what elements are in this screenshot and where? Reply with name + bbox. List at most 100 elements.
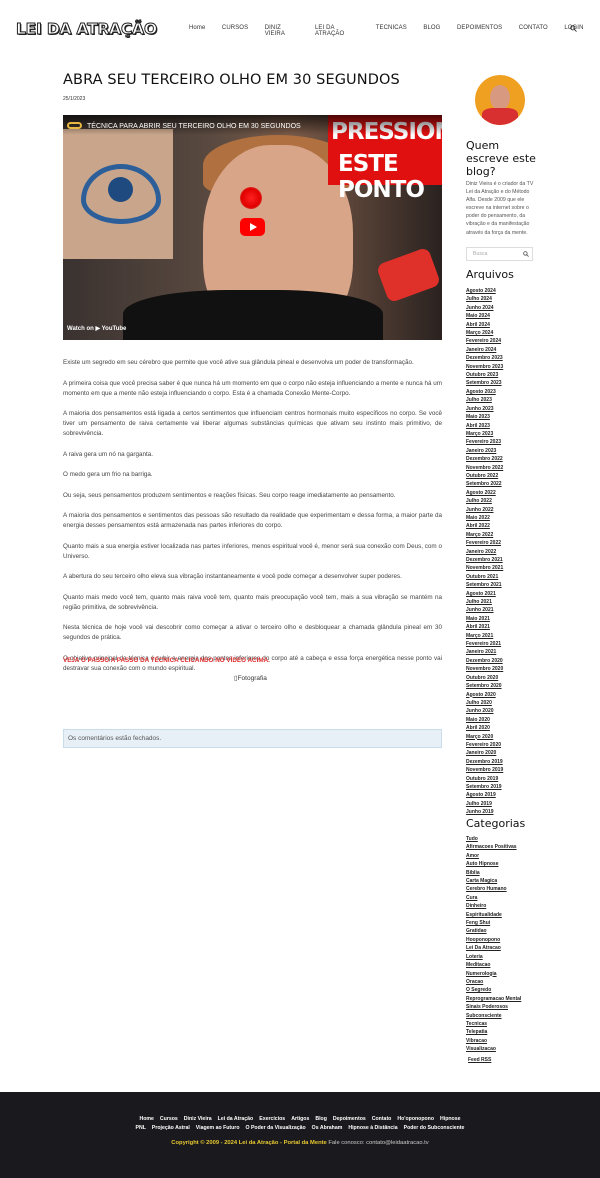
archive-link[interactable]: Abril 2022 — [466, 522, 538, 530]
category-link[interactable]: Lei Da Atracao — [466, 944, 538, 952]
footer-link[interactable]: Cursos — [160, 1116, 178, 1122]
watch-on-youtube-link[interactable]: Watch on ▶ YouTube — [67, 325, 126, 332]
archive-link[interactable]: Maio 2020 — [466, 716, 538, 724]
category-link[interactable]: Tecnicas — [466, 1020, 538, 1028]
archive-link[interactable]: Abril 2023 — [466, 422, 538, 430]
archive-link[interactable]: Julho 2024 — [466, 295, 538, 303]
archive-link[interactable]: Setembro 2022 — [466, 480, 538, 488]
archive-link[interactable]: Setembro 2021 — [466, 581, 538, 589]
category-link[interactable]: Espiritualidade — [466, 911, 538, 919]
archive-link[interactable]: Março 2024 — [466, 329, 538, 337]
category-link[interactable]: Oracao — [466, 978, 538, 986]
archive-link[interactable]: Junho 2021 — [466, 606, 538, 614]
footer-link[interactable]: Diniz Vieira — [184, 1116, 212, 1122]
footer-link[interactable]: Exercícios — [259, 1116, 285, 1122]
archive-link[interactable]: Janeiro 2024 — [466, 346, 538, 354]
nav-cursos[interactable]: CURSOS — [222, 25, 248, 37]
category-link[interactable]: Meditacao — [466, 961, 538, 969]
archive-link[interactable]: Novembro 2023 — [466, 363, 538, 371]
archive-link[interactable]: Junho 2024 — [466, 304, 538, 312]
footer-link[interactable]: Depoimentos — [333, 1116, 366, 1122]
category-link[interactable]: Loteria — [466, 953, 538, 961]
category-link[interactable]: O Segredo — [466, 986, 538, 994]
archive-link[interactable]: Dezembro 2022 — [466, 455, 538, 463]
category-link[interactable]: Biblia — [466, 869, 538, 877]
archive-link[interactable]: Dezembro 2019 — [466, 758, 538, 766]
footer-link[interactable]: Viagem ao Futuro — [196, 1125, 240, 1131]
footer-link[interactable]: Home — [140, 1116, 154, 1122]
category-link[interactable]: Numerologia — [466, 970, 538, 978]
nav-depoimentos[interactable]: DEPOIMENTOS — [457, 25, 502, 37]
category-link[interactable]: Amor — [466, 852, 538, 860]
archive-link[interactable]: Julho 2022 — [466, 497, 538, 505]
footer-link[interactable]: Os Abraham — [312, 1125, 343, 1131]
archive-link[interactable]: Maio 2023 — [466, 413, 538, 421]
archive-link[interactable]: Fevereiro 2022 — [466, 539, 538, 547]
archive-link[interactable]: Junho 2022 — [466, 506, 538, 514]
footer-link[interactable]: Hipnose à Distância — [348, 1125, 397, 1131]
archive-link[interactable]: Abril 2020 — [466, 724, 538, 732]
archive-link[interactable]: Julho 2019 — [466, 800, 538, 808]
archive-link[interactable]: Novembro 2021 — [466, 564, 538, 572]
play-button[interactable] — [240, 218, 265, 236]
channel-logo-icon[interactable] — [67, 122, 82, 129]
archive-link[interactable]: Fevereiro 2023 — [466, 438, 538, 446]
search-icon[interactable] — [570, 25, 577, 32]
category-link[interactable]: Gratidao — [466, 927, 538, 935]
category-link[interactable]: Reprogramacao Mental — [466, 995, 538, 1003]
category-link[interactable]: Telepatia — [466, 1028, 538, 1036]
sidebar-search-input[interactable]: Busca — [466, 247, 533, 261]
archive-link[interactable]: Outubro 2023 — [466, 371, 538, 379]
footer-link[interactable]: Hipnose — [440, 1116, 460, 1122]
archive-link[interactable]: Agosto 2020 — [466, 691, 538, 699]
archive-link[interactable]: Maio 2022 — [466, 514, 538, 522]
archive-link[interactable]: Dezembro 2023 — [466, 354, 538, 362]
archive-link[interactable]: Maio 2024 — [466, 312, 538, 320]
nav-home[interactable]: Home — [189, 25, 205, 37]
footer-link[interactable]: Blog — [315, 1116, 327, 1122]
nav-diniz-vieira[interactable]: DINIZ VIEIRA — [265, 25, 299, 37]
footer-link[interactable]: Contato — [372, 1116, 392, 1122]
category-link[interactable]: Hooponopono — [466, 936, 538, 944]
archive-link[interactable]: Março 2020 — [466, 733, 538, 741]
archive-link[interactable]: Agosto 2021 — [466, 590, 538, 598]
archive-link[interactable]: Março 2023 — [466, 430, 538, 438]
archive-link[interactable]: Janeiro 2022 — [466, 548, 538, 556]
archive-link[interactable]: Dezembro 2021 — [466, 556, 538, 564]
archive-link[interactable]: Agosto 2019 — [466, 791, 538, 799]
archive-link[interactable]: Março 2021 — [466, 632, 538, 640]
youtube-video-embed[interactable]: PRESSIONE ESTE PONTO TÉCNICA PARA ABRIR … — [63, 115, 442, 340]
archive-link[interactable]: Julho 2020 — [466, 699, 538, 707]
footer-link[interactable]: Projeção Astral — [152, 1125, 190, 1131]
archive-link[interactable]: Outubro 2022 — [466, 472, 538, 480]
archive-link[interactable]: Março 2022 — [466, 531, 538, 539]
site-logo[interactable]: LEI DA ATRAÇÃO — [16, 20, 158, 39]
archive-link[interactable]: Dezembro 2020 — [466, 657, 538, 665]
archive-link[interactable]: Janeiro 2020 — [466, 749, 538, 757]
nav-lei-da-atracao[interactable]: LEI DA ATRAÇÃO — [315, 25, 359, 37]
video-title[interactable]: TÉCNICA PARA ABRIR SEU TERCEIRO OLHO EM … — [87, 123, 301, 130]
archive-link[interactable]: Junho 2020 — [466, 707, 538, 715]
footer-link[interactable]: Artigos — [291, 1116, 309, 1122]
archive-link[interactable]: Janeiro 2021 — [466, 648, 538, 656]
archive-link[interactable]: Maio 2021 — [466, 615, 538, 623]
archive-link[interactable]: Outubro 2021 — [466, 573, 538, 581]
footer-link[interactable]: Lei da Atração — [218, 1116, 254, 1122]
archive-link[interactable]: Setembro 2019 — [466, 783, 538, 791]
archive-link[interactable]: Janeiro 2023 — [466, 447, 538, 455]
category-link[interactable]: Feng Shui — [466, 919, 538, 927]
footer-link[interactable]: PNL — [136, 1125, 146, 1131]
footer-link[interactable]: Ho'oponopono — [397, 1116, 434, 1122]
archive-link[interactable]: Agosto 2023 — [466, 388, 538, 396]
category-link[interactable]: Cerebro Humano — [466, 885, 538, 893]
nav-contato[interactable]: CONTATO — [519, 25, 548, 37]
nav-blog[interactable]: BLOG — [423, 25, 440, 37]
category-link[interactable]: Cura — [466, 894, 538, 902]
feed-rss-link[interactable]: Feed RSS — [468, 1057, 491, 1063]
footer-link[interactable]: Poder do Subconsciente — [404, 1125, 465, 1131]
archive-link[interactable]: Abril 2024 — [466, 321, 538, 329]
archive-link[interactable]: Outubro 2020 — [466, 674, 538, 682]
category-link[interactable]: Afirmacoes Positivas — [466, 843, 538, 851]
category-link[interactable]: Auto Hipnose — [466, 860, 538, 868]
search-icon[interactable] — [523, 251, 529, 257]
